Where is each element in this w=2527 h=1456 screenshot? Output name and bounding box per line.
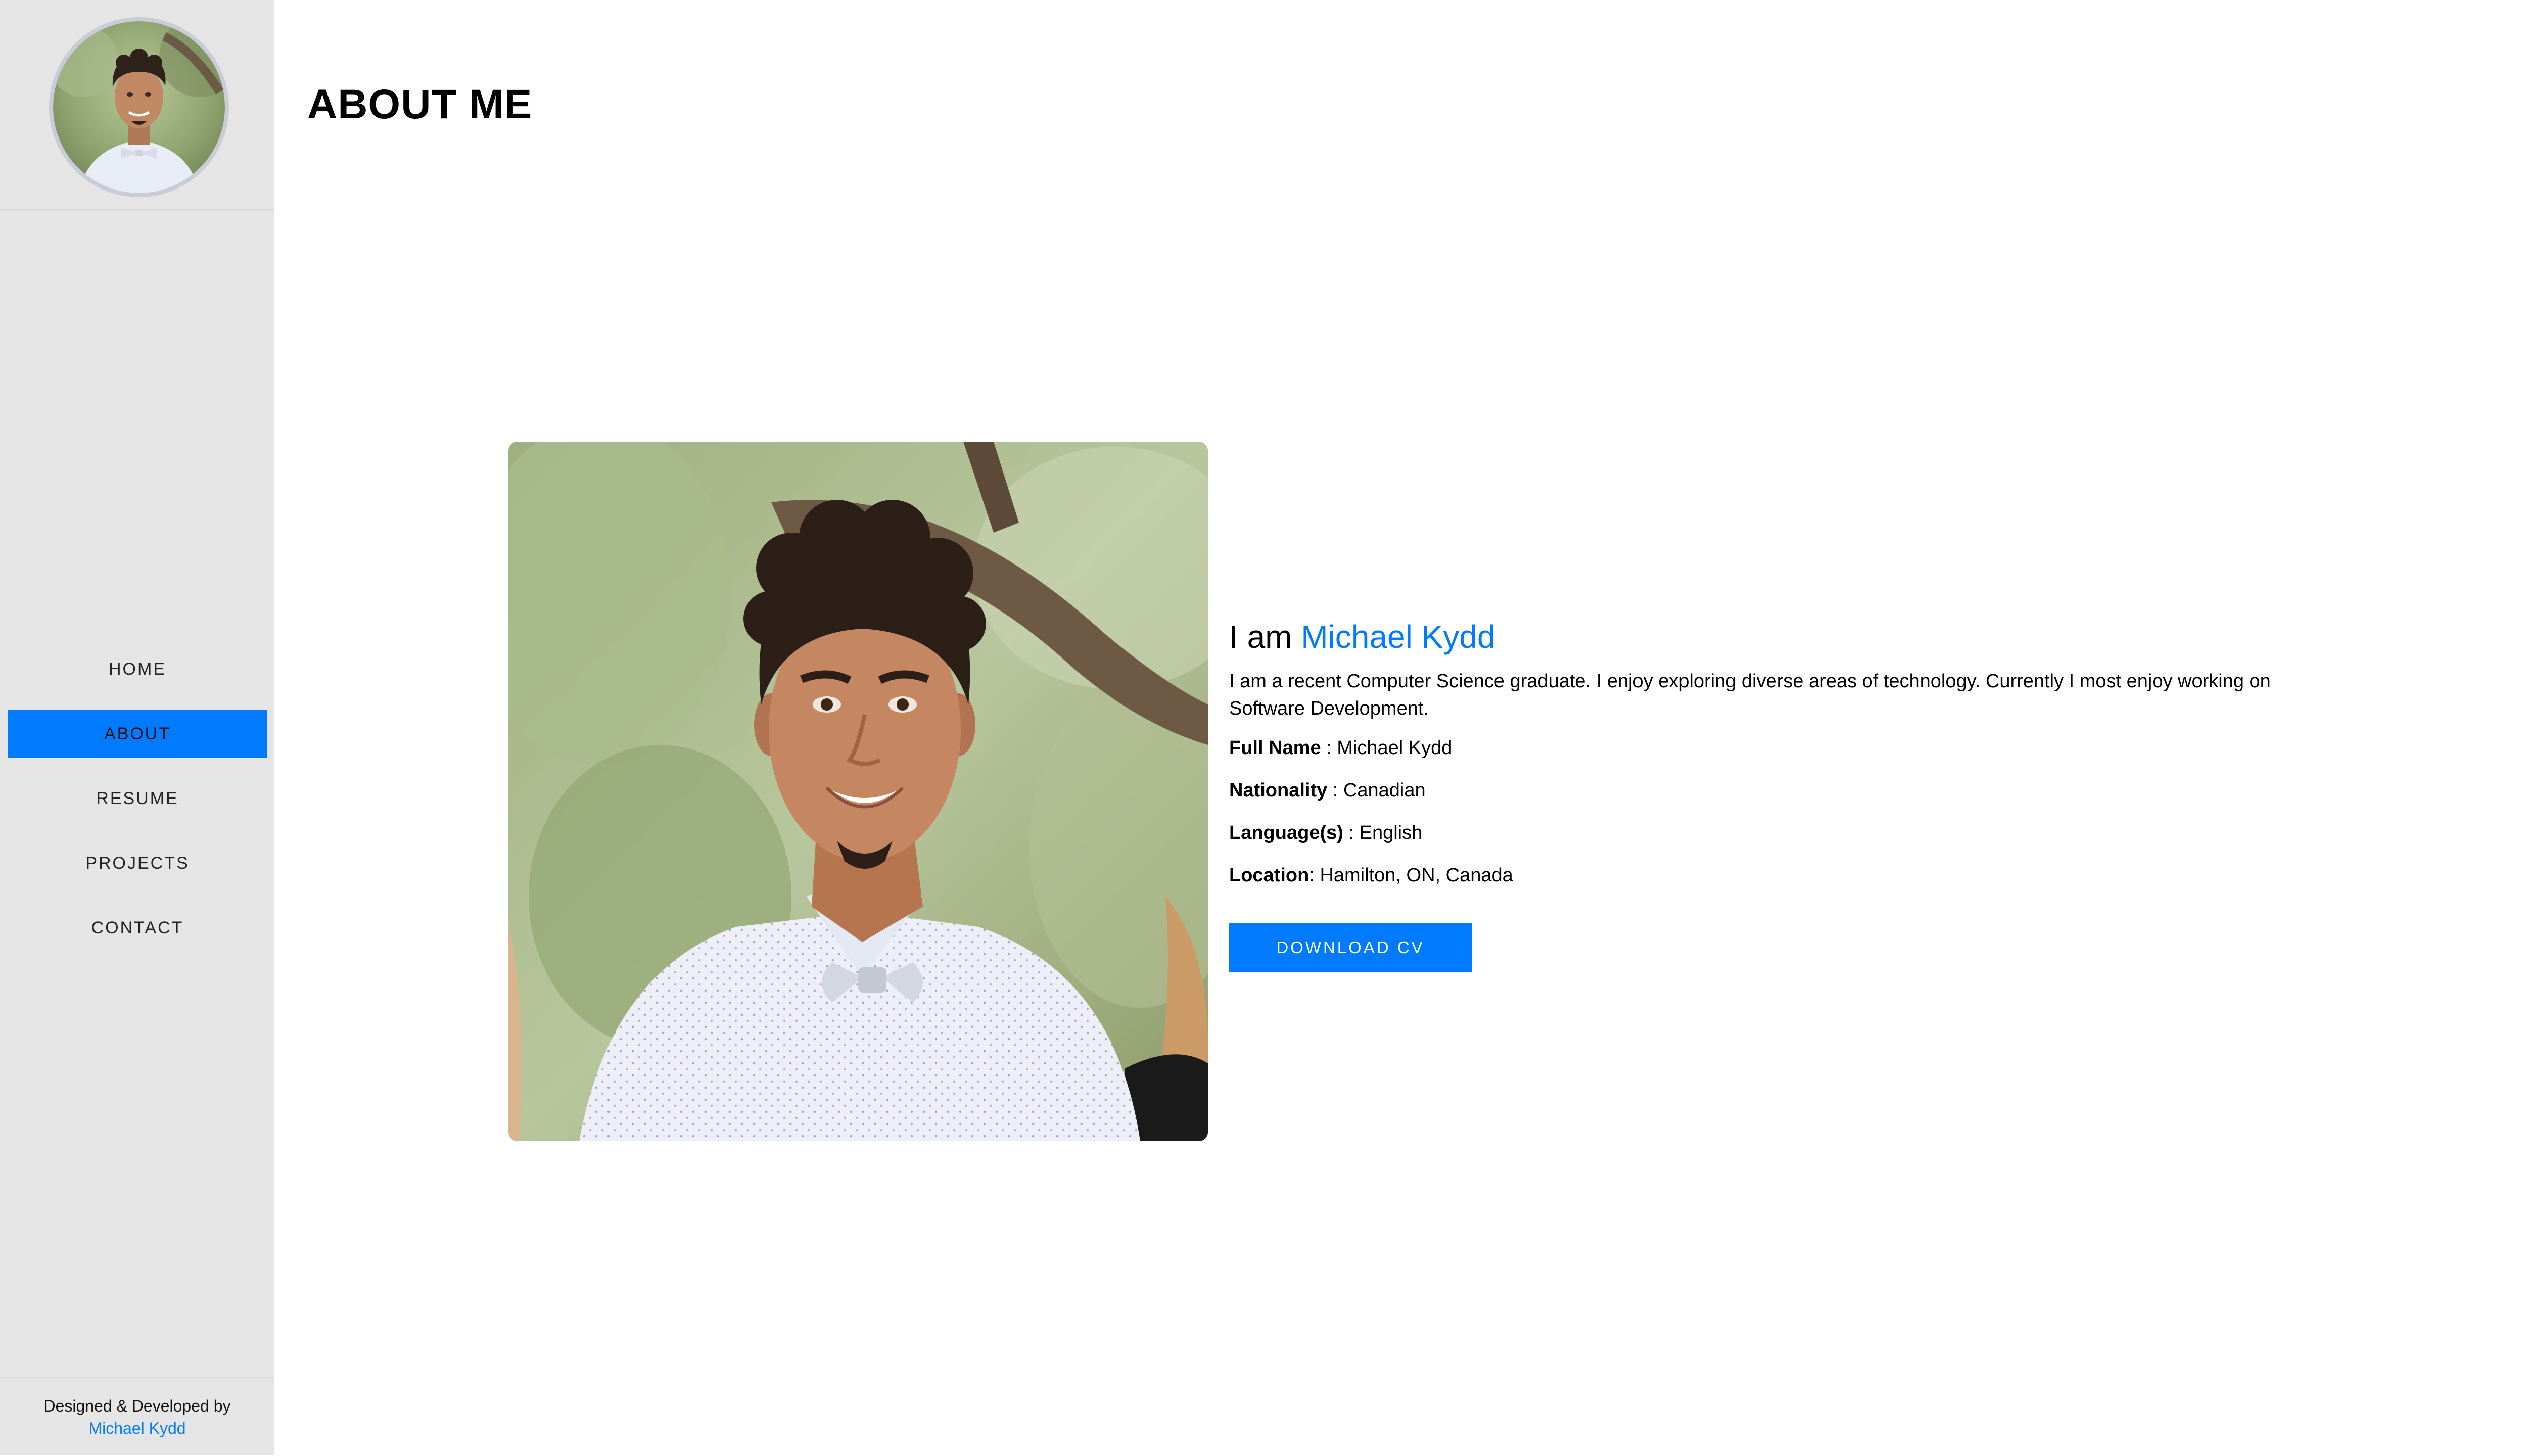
field-languages-label: Language(s) <box>1229 822 1343 843</box>
field-languages-value: English <box>1359 822 1423 843</box>
field-nationality-sep: : <box>1327 779 1343 801</box>
field-languages: Language(s) : English <box>1229 821 2316 844</box>
nav-contact[interactable]: CONTACT <box>8 904 267 952</box>
avatar-section <box>0 0 274 210</box>
field-full-name-sep: : <box>1321 737 1337 759</box>
sidebar-footer: Designed & Developed by Michael Kydd <box>0 1377 274 1456</box>
about-info: I am Michael Kydd I am a recent Computer… <box>1229 618 2316 972</box>
field-location-value: Hamilton, ON, Canada <box>1320 864 1513 886</box>
intro-heading: I am Michael Kydd <box>1229 618 2316 656</box>
field-location: Location: Hamilton, ON, Canada <box>1229 864 2316 887</box>
field-full-name: Full Name : Michael Kydd <box>1229 736 2316 760</box>
nav-resume[interactable]: RESUME <box>8 774 267 823</box>
footer-credit-text: Designed & Developed by <box>43 1397 231 1415</box>
field-nationality-label: Nationality <box>1229 779 1328 801</box>
avatar-photo <box>53 21 225 193</box>
field-full-name-value: Michael Kydd <box>1337 737 1453 759</box>
field-nationality-value: Canadian <box>1343 779 1426 801</box>
page-title: ABOUT ME <box>307 81 533 127</box>
field-location-label: Location <box>1229 864 1309 886</box>
field-nationality: Nationality : Canadian <box>1229 779 2316 802</box>
sidebar: HOME ABOUT RESUME PROJECTS CONTACT Desig… <box>0 0 274 1455</box>
footer-author-link[interactable]: Michael Kydd <box>0 1419 274 1438</box>
intro-name: Michael Kydd <box>1301 619 1495 655</box>
intro-text: I am a recent Computer Science graduate.… <box>1229 670 2271 719</box>
download-cv-button[interactable]: DOWNLOAD CV <box>1229 923 1472 972</box>
field-location-sep: : <box>1309 864 1320 886</box>
intro-prefix: I am <box>1229 619 1292 655</box>
profile-photo <box>508 442 1208 1141</box>
avatar[interactable] <box>49 17 229 197</box>
profile-photo-image <box>508 442 1208 1141</box>
nav-about[interactable]: ABOUT <box>8 710 267 758</box>
field-full-name-label: Full Name <box>1229 737 1321 759</box>
nav-home[interactable]: HOME <box>8 645 267 693</box>
nav-projects[interactable]: PROJECTS <box>8 839 267 887</box>
field-languages-sep: : <box>1343 822 1360 843</box>
